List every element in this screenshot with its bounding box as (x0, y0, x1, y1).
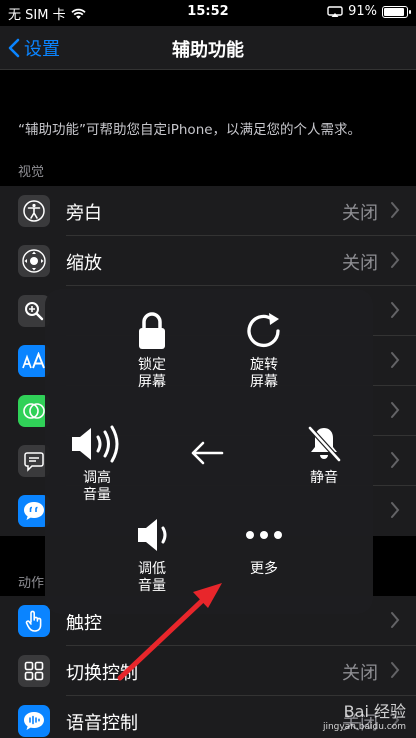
rotate-screen-label: 旋转 屏幕 (250, 357, 278, 390)
mute-button[interactable]: 静音 (299, 424, 349, 487)
ellipsis-icon (246, 531, 282, 539)
rotate-screen-button[interactable]: 旋转 屏幕 (239, 311, 289, 391)
screen-mirroring-icon (327, 5, 343, 17)
page-title: 辅助功能 (172, 40, 244, 61)
zoom-icon (18, 245, 50, 277)
battery-percent: 91% (348, 4, 377, 19)
zoom-value: 关闭 (342, 253, 378, 274)
section-header-interaction: 动作 (18, 576, 45, 591)
volume-up-icon (72, 425, 119, 463)
volume-down-label: 调低 音量 (138, 561, 166, 594)
accessibility-description: “辅助功能”可帮助您自定iPhone，以满足您的个人需求。 (18, 122, 362, 138)
voice-control-icon (18, 705, 50, 737)
voice-control-label: 语音控制 (66, 713, 138, 734)
lock-screen-label: 锁定 屏幕 (138, 357, 166, 390)
row-switch-control[interactable]: 切换控制 关闭 (0, 646, 416, 696)
chevron-right-icon (391, 252, 400, 268)
switch-control-icon (18, 655, 50, 687)
row-voiceover[interactable]: 旁白 关闭 (0, 186, 416, 236)
rotate-icon (247, 313, 280, 348)
navigation-bar: 设置 辅助功能 (0, 26, 416, 70)
chevron-right-icon (391, 612, 400, 628)
switch-control-value: 关闭 (342, 663, 378, 684)
status-right: 91% (327, 4, 411, 19)
lock-icon (139, 312, 165, 349)
voiceover-icon (18, 195, 50, 227)
baidu-watermark: Bai 经验 jingyan.baidu.com (323, 698, 406, 732)
volume-up-label: 调高 音量 (83, 470, 111, 503)
assistive-touch-menu: 锁定 屏幕 旋转 屏幕 调高 音量 静音 调低 音量 更多 (45, 289, 373, 614)
lock-screen-button[interactable]: 锁定 屏幕 (127, 311, 177, 391)
chevron-right-icon (391, 352, 400, 368)
more-button[interactable]: 更多 (239, 515, 289, 578)
watermark-brand: Bai 经验 (343, 702, 406, 721)
volume-up-button[interactable]: 调高 音量 (65, 424, 129, 504)
chevron-right-icon (391, 302, 400, 318)
more-label: 更多 (250, 561, 278, 577)
touch-icon (18, 605, 50, 637)
watermark-url: jingyan.baidu.com (322, 722, 406, 732)
voiceover-label: 旁白 (66, 203, 102, 224)
mute-label: 静音 (310, 470, 338, 486)
chevron-right-icon (391, 202, 400, 218)
zoom-label: 缩放 (66, 253, 102, 274)
volume-down-icon (138, 519, 167, 551)
chevron-right-icon (391, 502, 400, 518)
arrow-left-icon[interactable] (189, 439, 225, 467)
switch-control-label: 切换控制 (66, 663, 138, 684)
bell-slash-icon (308, 426, 341, 462)
section-header-vision: 视觉 (18, 165, 45, 180)
chevron-right-icon (391, 402, 400, 418)
chevron-right-icon (391, 662, 400, 678)
volume-down-button[interactable]: 调低 音量 (127, 515, 177, 595)
row-zoom[interactable]: 缩放 关闭 (0, 236, 416, 286)
voiceover-value: 关闭 (342, 203, 378, 224)
battery-fill (384, 7, 405, 16)
battery-icon (382, 5, 411, 18)
chevron-right-icon (391, 452, 400, 468)
status-bar: 无 SIM 卡 15:52 91% (0, 0, 416, 26)
